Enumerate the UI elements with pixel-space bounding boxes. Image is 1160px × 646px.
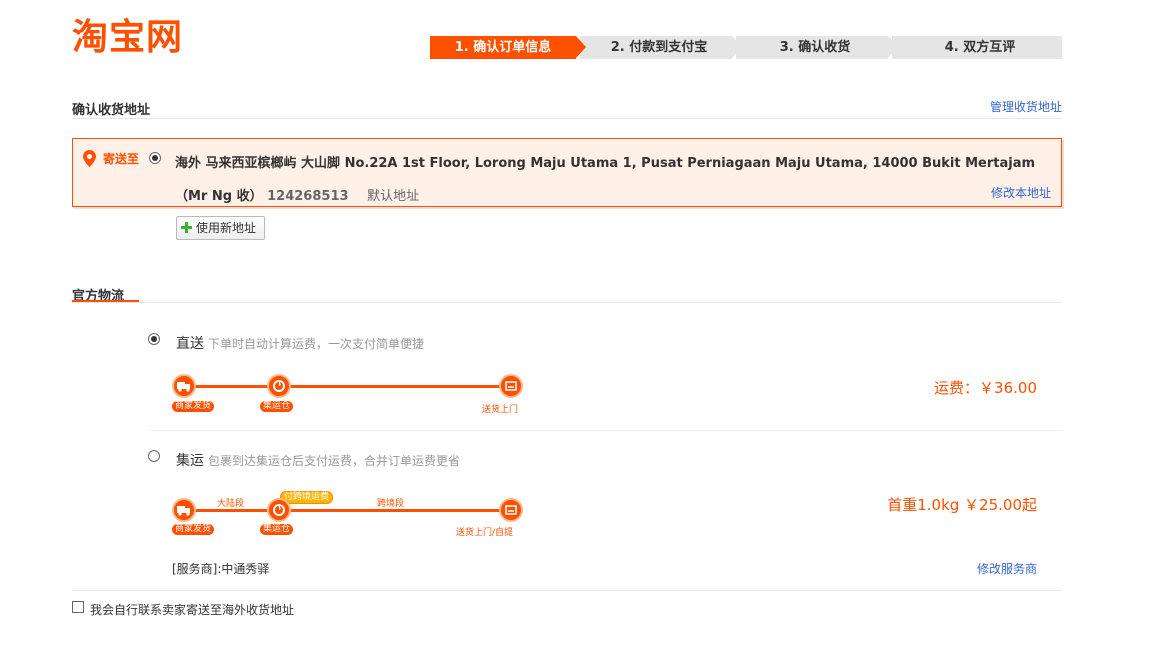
cross-border-segment-label: 跨境段 (377, 499, 405, 509)
route-end-label: 送货上门/自提 (456, 528, 514, 538)
direct-route-line (184, 385, 514, 388)
taobao-logo[interactable]: 淘宝网 (72, 16, 183, 60)
route-mid-label: 集运仓 (260, 401, 294, 412)
direct-shipping-fee: 运费：￥36.00 (934, 379, 1037, 397)
send-to-label: 寄送至 (103, 152, 140, 166)
consolidated-shipping-fee: 首重1.0kg ￥25.00起 (887, 496, 1037, 514)
consolidated-shipping-label[interactable]: 集运 (176, 450, 204, 470)
warehouse-icon (267, 374, 291, 398)
direct-route: 商家发货 集运仓 送货上门 (172, 374, 532, 415)
address-divider (72, 118, 1062, 119)
use-new-address-label: 使用新地址 (196, 221, 257, 235)
use-new-address-button[interactable]: 使用新地址 (176, 216, 265, 240)
option-divider (150, 430, 1062, 431)
self-contact-checkbox[interactable] (72, 601, 84, 613)
logistics-divider (72, 302, 1062, 303)
route-mid-label: 集运仓 (260, 524, 294, 535)
truck-icon (172, 374, 196, 398)
direct-shipping-label[interactable]: 直送 (176, 333, 204, 353)
consolidated-route-line (184, 509, 514, 512)
plus-icon (181, 222, 192, 233)
default-address-label: 默认地址 (367, 189, 420, 204)
mainland-segment-label: 大陆段 (217, 499, 245, 509)
selected-address-card[interactable]: 寄送至 海外 马来西亚槟榔屿 大山脚 No.22A 1st Floor, Lor… (72, 138, 1062, 207)
step-pay: 2. 付款到支付宝 (580, 36, 742, 59)
step-review: 4. 双方互评 (892, 36, 1062, 59)
direct-shipping-desc: 下单时自动计算运费，一次支付简单便捷 (208, 337, 425, 351)
consolidated-shipping-desc: 包裹到达集运仓后支付运费，合并订单运费更省 (208, 454, 461, 468)
consolidated-shipping-radio[interactable] (148, 450, 160, 462)
consolidated-route: 大陆段 付跨境运费 跨境段 商家发货 集运仓 送货上门/自提 (172, 490, 532, 540)
step-confirm-receipt: 3. 确认收货 (736, 36, 898, 59)
address-text: 海外 马来西亚槟榔屿 大山脚 No.22A 1st Floor, Lorong … (175, 147, 1055, 213)
route-end-label: 送货上门 (482, 405, 519, 415)
door-delivery-icon (499, 374, 523, 398)
manage-address-link[interactable]: 管理收货地址 (990, 98, 1062, 115)
address-section-title: 确认收货地址 (72, 103, 151, 118)
self-contact-label[interactable]: 我会自行联系卖家寄送至海外收货地址 (90, 601, 294, 618)
warehouse-icon (267, 498, 291, 522)
order-progress-steps: 1. 确认订单信息 2. 付款到支付宝 3. 确认收货 4. 双方互评 (430, 36, 1062, 59)
location-pin-icon (83, 150, 96, 167)
direct-shipping-radio[interactable] (148, 333, 160, 345)
route-start-label: 商家发货 (172, 524, 215, 535)
bottom-divider (72, 590, 1062, 591)
step-confirm-order: 1. 确认订单信息 (430, 36, 586, 59)
address-radio[interactable] (149, 152, 161, 164)
service-provider-label: [服务商]:中通秀驿 (172, 562, 270, 576)
truck-icon (172, 498, 196, 522)
change-provider-link[interactable]: 修改服务商 (977, 560, 1037, 577)
address-phone: 124268513 (267, 189, 349, 204)
logistics-title-underline (72, 300, 139, 302)
route-start-label: 商家发货 (172, 401, 215, 412)
edit-address-link[interactable]: 修改本地址 (991, 184, 1051, 201)
door-delivery-icon (499, 498, 523, 522)
